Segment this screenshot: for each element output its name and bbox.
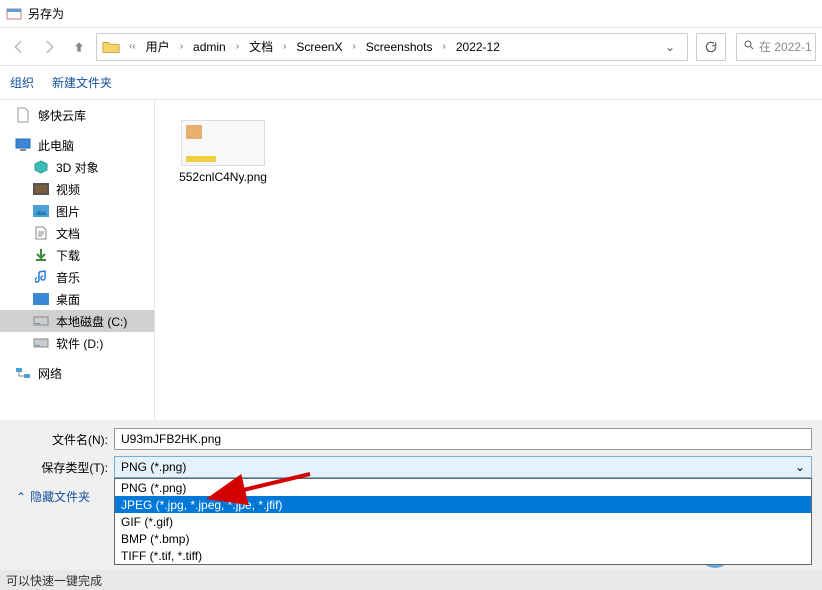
filename-input[interactable] xyxy=(114,428,812,450)
network-icon xyxy=(14,365,32,381)
filetype-option[interactable]: PNG (*.png) xyxy=(115,479,811,496)
forward-button[interactable] xyxy=(36,34,62,60)
footer-bar: 可以快速一键完成 xyxy=(0,570,822,590)
filetype-label: 保存类型(T): xyxy=(10,459,114,476)
breadcrumb-item[interactable]: ScreenX xyxy=(292,38,346,56)
hide-folders-label: 隐藏文件夹 xyxy=(30,488,90,505)
search-input[interactable]: 在 2022-1 xyxy=(736,33,816,61)
pc-icon xyxy=(14,137,32,153)
document-icon xyxy=(32,225,50,241)
new-folder-button[interactable]: 新建文件夹 xyxy=(52,74,112,91)
footer-text: 可以快速一键完成 xyxy=(6,572,102,589)
filetype-value: PNG (*.png) xyxy=(121,460,186,474)
chevron-icon: ‹‹ xyxy=(123,41,142,52)
video-icon xyxy=(32,181,50,197)
breadcrumb-bar[interactable]: ‹‹ 用户 › admin › 文档 › ScreenX › Screensho… xyxy=(96,33,688,61)
nav-bar: ‹‹ 用户 › admin › 文档 › ScreenX › Screensho… xyxy=(0,28,822,66)
organize-menu[interactable]: 组织 xyxy=(10,74,34,91)
chevron-down-icon[interactable]: ⌄ xyxy=(657,40,683,54)
chevron-right-icon: › xyxy=(277,41,292,52)
title-text: 另存为 xyxy=(28,5,64,22)
document-icon xyxy=(14,107,32,123)
filename-label: 文件名(N): xyxy=(10,431,114,448)
sidebar-item-drive-c[interactable]: 本地磁盘 (C:) xyxy=(0,310,154,332)
filetype-combo[interactable]: PNG (*.png) ⌄ PNG (*.png) JPEG (*.jpg, *… xyxy=(114,456,812,478)
breadcrumb-item[interactable]: 文档 xyxy=(245,36,277,57)
filetype-option[interactable]: GIF (*.gif) xyxy=(115,513,811,530)
search-icon xyxy=(743,39,755,54)
filetype-option[interactable]: JPEG (*.jpg, *.jpeg, *.jpe, *.jfif) xyxy=(115,496,811,513)
filetype-dropdown: PNG (*.png) JPEG (*.jpg, *.jpeg, *.jpe, … xyxy=(114,478,812,565)
sidebar-item-downloads[interactable]: 下载 xyxy=(0,244,154,266)
back-button[interactable] xyxy=(6,34,32,60)
breadcrumb-item[interactable]: admin xyxy=(189,38,230,56)
file-name: 552cnlC4Ny.png xyxy=(179,170,267,184)
download-icon xyxy=(32,247,50,263)
chevron-down-icon: ⌄ xyxy=(795,460,805,474)
file-item[interactable]: 552cnlC4Ny.png xyxy=(175,120,271,184)
sidebar-item-drive-d[interactable]: 软件 (D:) xyxy=(0,332,154,354)
picture-icon xyxy=(32,203,50,219)
sidebar-item-network[interactable]: 网络 xyxy=(0,362,154,384)
chevron-right-icon: › xyxy=(230,41,245,52)
chevron-down-icon: ⌃ xyxy=(16,490,26,504)
breadcrumb-item[interactable]: 2022-12 xyxy=(452,38,504,56)
toolbar: 组织 新建文件夹 xyxy=(0,66,822,100)
chevron-right-icon: › xyxy=(437,41,452,52)
breadcrumb-item[interactable]: Screenshots xyxy=(362,38,437,56)
filetype-option[interactable]: BMP (*.bmp) xyxy=(115,530,811,547)
sidebar-item-thispc[interactable]: 此电脑 xyxy=(0,134,154,156)
chevron-right-icon: › xyxy=(346,41,361,52)
drive-icon xyxy=(32,335,50,351)
sidebar-item-documents[interactable]: 文档 xyxy=(0,222,154,244)
folder-icon xyxy=(101,37,121,57)
up-button[interactable] xyxy=(66,34,92,60)
filetype-option[interactable]: TIFF (*.tif, *.tiff) xyxy=(115,547,811,564)
sidebar-item-music[interactable]: 音乐 xyxy=(0,266,154,288)
refresh-button[interactable] xyxy=(696,33,726,61)
title-bar: 另存为 xyxy=(0,0,822,28)
sidebar-item-cloud[interactable]: 够快云库 xyxy=(0,104,154,126)
file-thumbnail xyxy=(181,120,265,166)
sidebar-item-pictures[interactable]: 图片 xyxy=(0,200,154,222)
search-placeholder: 在 2022-1 xyxy=(759,38,812,55)
sidebar-item-3d[interactable]: 3D 对象 xyxy=(0,156,154,178)
sidebar-item-desktop[interactable]: 桌面 xyxy=(0,288,154,310)
sidebar-item-videos[interactable]: 视频 xyxy=(0,178,154,200)
cube-icon xyxy=(32,159,50,175)
save-form: 文件名(N): 保存类型(T): PNG (*.png) ⌄ PNG (*.pn… xyxy=(0,420,822,570)
app-icon xyxy=(6,6,22,22)
music-icon xyxy=(32,269,50,285)
desktop-icon xyxy=(32,291,50,307)
breadcrumb-item[interactable]: 用户 xyxy=(142,36,174,57)
filetype-display[interactable]: PNG (*.png) ⌄ xyxy=(114,456,812,478)
drive-icon xyxy=(32,313,50,329)
chevron-right-icon: › xyxy=(174,41,189,52)
